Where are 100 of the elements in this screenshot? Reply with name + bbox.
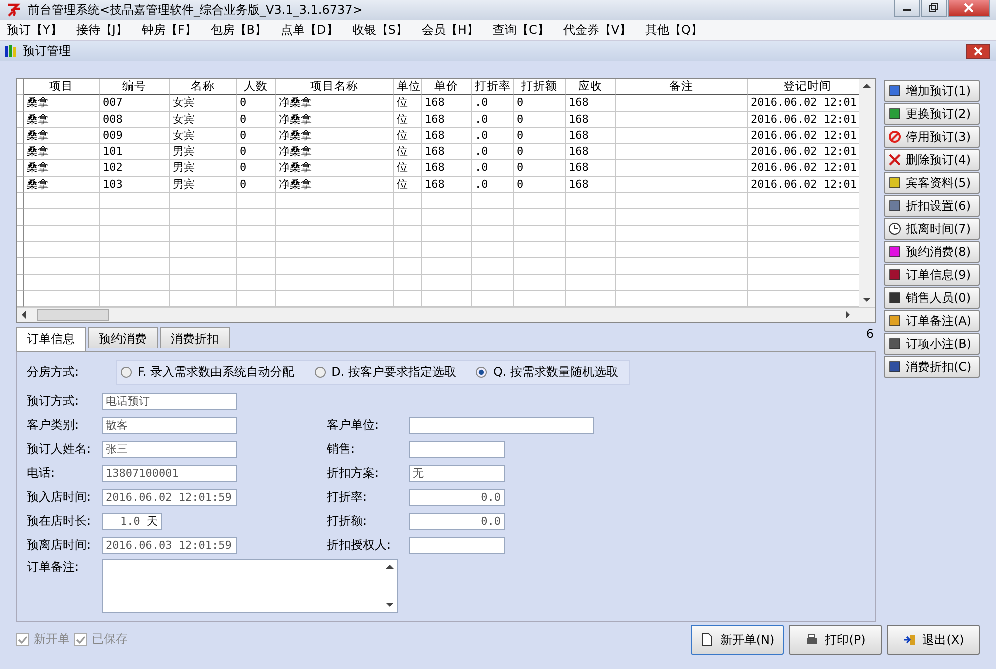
column-header[interactable]: 打折额 bbox=[514, 79, 566, 96]
row-header[interactable] bbox=[17, 209, 24, 226]
menu-item[interactable]: 其他【Q】 bbox=[638, 22, 710, 38]
side-button[interactable]: 订单信息(9) bbox=[884, 264, 980, 286]
checkbox-label: 新开单 bbox=[34, 631, 70, 648]
scroll-thumb[interactable] bbox=[37, 309, 109, 322]
menu-item[interactable]: 查询【C】 bbox=[486, 22, 556, 38]
menu-item[interactable]: 接待【J】 bbox=[69, 22, 135, 38]
side-button[interactable]: 抵离时间(7) bbox=[884, 218, 980, 240]
side-button[interactable]: 增加预订(1) bbox=[884, 80, 980, 102]
action-icon bbox=[888, 130, 902, 144]
column-header[interactable]: 人数 bbox=[237, 79, 276, 96]
maximize-button[interactable] bbox=[921, 0, 947, 17]
menu-item[interactable]: 预订【Y】 bbox=[0, 22, 70, 38]
table-cell: .0 bbox=[472, 95, 514, 112]
row-header[interactable] bbox=[17, 193, 24, 210]
table-cell bbox=[237, 209, 276, 226]
side-button[interactable]: 停用预订(3) bbox=[884, 126, 980, 148]
side-button[interactable]: 预约消费(8) bbox=[884, 241, 980, 263]
table-cell bbox=[514, 242, 566, 258]
row-header[interactable] bbox=[17, 128, 24, 144]
side-button[interactable]: 订单备注(A) bbox=[884, 310, 980, 332]
table-cell: 男宾 bbox=[170, 160, 237, 177]
input-field[interactable]: 0.0 bbox=[409, 488, 505, 506]
side-button[interactable]: 删除预订(4) bbox=[884, 149, 980, 171]
row-header[interactable] bbox=[17, 274, 24, 291]
row-header[interactable] bbox=[17, 176, 24, 194]
row-header[interactable] bbox=[17, 258, 24, 275]
column-header[interactable]: 编号 bbox=[100, 79, 170, 96]
row-header[interactable] bbox=[17, 226, 24, 242]
side-button[interactable]: 消费折扣(C) bbox=[884, 356, 980, 378]
radio-button[interactable] bbox=[121, 367, 132, 378]
table-cell: .0 bbox=[472, 160, 514, 177]
column-header[interactable]: 名称 bbox=[170, 79, 237, 96]
menu-item[interactable]: 钟房【F】 bbox=[134, 22, 204, 38]
menu-item[interactable]: 代金券【V】 bbox=[556, 22, 639, 38]
input-field[interactable]: 散客 bbox=[102, 416, 237, 434]
table-cell: 桑拿 bbox=[24, 144, 100, 160]
column-header[interactable]: 单位 bbox=[394, 79, 422, 96]
column-header[interactable]: 项目 bbox=[24, 79, 100, 96]
tab[interactable]: 订单信息 bbox=[16, 327, 86, 352]
close-button[interactable] bbox=[948, 0, 990, 17]
input-field[interactable]: 张三 bbox=[102, 440, 237, 458]
side-button[interactable]: 订项小注(B) bbox=[884, 333, 980, 355]
field-label: 销售: bbox=[327, 440, 356, 458]
input-field[interactable]: 1.0 天 bbox=[102, 512, 162, 530]
row-header[interactable] bbox=[17, 95, 24, 112]
input-field[interactable]: 无 bbox=[409, 464, 505, 482]
table-cell: 168 bbox=[422, 95, 472, 112]
input-field[interactable]: 电话预订 bbox=[102, 392, 237, 410]
field-label: 预订方式: bbox=[27, 392, 80, 410]
minimize-button[interactable] bbox=[894, 0, 920, 17]
column-header[interactable]: 单价 bbox=[422, 79, 472, 96]
table-cell bbox=[170, 258, 237, 275]
menu-item[interactable]: 收银【S】 bbox=[345, 22, 415, 38]
close-button[interactable] bbox=[966, 44, 990, 58]
row-header[interactable] bbox=[17, 242, 24, 258]
tab[interactable]: 预约消费 bbox=[88, 327, 158, 348]
column-header[interactable]: 应收 bbox=[566, 79, 616, 96]
input-field[interactable]: 0.0 bbox=[409, 512, 505, 530]
row-header[interactable] bbox=[17, 144, 24, 160]
table-cell: 净桑拿 bbox=[276, 176, 394, 194]
column-header[interactable]: 打折率 bbox=[472, 79, 514, 96]
menu-item[interactable]: 会员【H】 bbox=[414, 22, 486, 38]
row-header[interactable] bbox=[17, 112, 24, 128]
table-cell bbox=[514, 193, 566, 210]
table-cell bbox=[394, 242, 422, 258]
row-header[interactable] bbox=[17, 290, 24, 308]
radio-button[interactable] bbox=[314, 367, 326, 378]
table-cell: 0 bbox=[237, 160, 276, 177]
row-header[interactable] bbox=[17, 160, 24, 177]
menu-item[interactable]: 包房【B】 bbox=[204, 22, 274, 38]
tab[interactable]: 消费折扣 bbox=[160, 327, 230, 348]
remark-textarea[interactable] bbox=[102, 559, 398, 614]
table-cell: 位 bbox=[394, 160, 422, 177]
input-field[interactable] bbox=[409, 536, 505, 554]
side-button[interactable]: 销售人员(0) bbox=[884, 287, 980, 309]
side-button[interactable]: 宾客资料(5) bbox=[884, 172, 980, 194]
input-field[interactable] bbox=[409, 440, 505, 458]
table-cell bbox=[472, 209, 514, 226]
close-icon bbox=[964, 3, 974, 13]
side-button[interactable]: 更换预订(2) bbox=[884, 103, 980, 125]
table-cell: 0 bbox=[514, 144, 566, 160]
input-field[interactable]: 2016.06.03 12:01:59 bbox=[102, 536, 237, 554]
input-field[interactable]: 13807100001 bbox=[102, 464, 237, 482]
table-cell bbox=[394, 258, 422, 275]
footer-button[interactable]: 打印(P) bbox=[789, 625, 882, 655]
side-button[interactable]: 折扣设置(6) bbox=[884, 195, 980, 217]
input-field[interactable] bbox=[409, 416, 594, 434]
column-header[interactable]: 备注 bbox=[616, 79, 748, 96]
footer-button[interactable]: 退出(X) bbox=[887, 625, 980, 655]
radio-button[interactable] bbox=[476, 367, 488, 378]
input-field[interactable]: 2016.06.02 12:01:59 bbox=[102, 488, 237, 506]
column-header[interactable]: 项目名称 bbox=[276, 79, 394, 96]
horizontal-scrollbar[interactable] bbox=[17, 307, 875, 322]
footer-button[interactable]: 新开单(N) bbox=[691, 625, 784, 655]
table-cell: 168 bbox=[566, 160, 616, 177]
vertical-scrollbar[interactable] bbox=[859, 79, 875, 308]
menu-item[interactable]: 点单【D】 bbox=[274, 22, 346, 38]
table-cell bbox=[170, 274, 237, 291]
